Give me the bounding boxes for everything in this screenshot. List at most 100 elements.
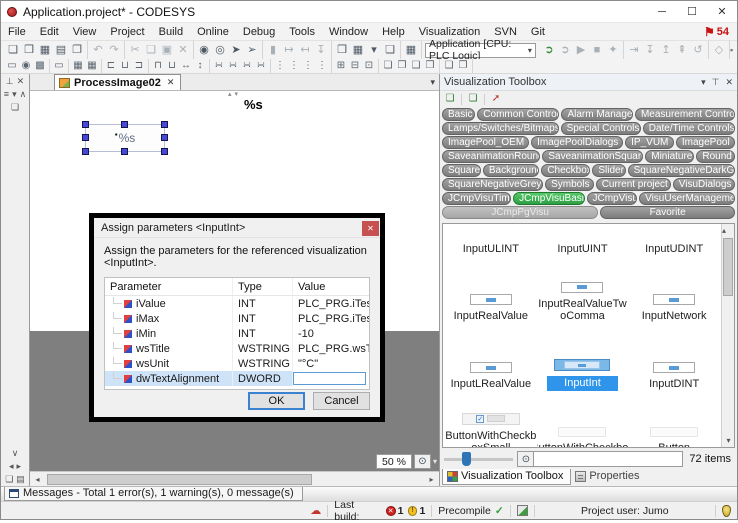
table-row[interactable]: wsTitle WSTRING PLC_PRG.wsTestTitel bbox=[105, 341, 369, 356]
zoom-glass-icon[interactable]: ⊙ bbox=[414, 454, 431, 469]
tab-basic[interactable]: Basic bbox=[442, 108, 475, 121]
group-icon[interactable]: ⊟ bbox=[348, 58, 362, 74]
toolbox-item[interactable]: InputUINT bbox=[537, 224, 629, 258]
maximize-button[interactable]: ☐ bbox=[677, 1, 707, 22]
resize-handle-e[interactable] bbox=[161, 134, 168, 141]
save-visu-icon[interactable]: ▦ bbox=[71, 58, 85, 74]
tab-close-icon[interactable]: ✕ bbox=[167, 77, 175, 88]
toolbar-overflow-icon[interactable]: ▪ bbox=[730, 45, 737, 55]
align-left-icon[interactable]: ⊏ bbox=[104, 58, 118, 74]
tab-common-controls[interactable]: Common Controls bbox=[477, 108, 559, 121]
tab-visudialogs[interactable]: VisuDialogs bbox=[673, 178, 735, 191]
strip-down-icon[interactable]: ∨ bbox=[12, 448, 19, 459]
project-settings-icon[interactable]: ❒ bbox=[334, 42, 350, 58]
table-row[interactable]: iValue INT PLC_PRG.iTestValue bbox=[105, 296, 369, 311]
order-front-icon[interactable]: ❏ bbox=[381, 58, 395, 74]
scroll-right-icon[interactable]: ▸ bbox=[424, 475, 439, 484]
build-icon[interactable]: ▦ bbox=[350, 42, 366, 58]
copy-icon[interactable]: ❑ bbox=[143, 42, 159, 58]
save-visu-all-icon[interactable]: ▦ bbox=[85, 58, 99, 74]
find-next-icon[interactable]: ➤ bbox=[228, 42, 244, 58]
space-v2-icon[interactable]: ⋮ bbox=[287, 58, 301, 74]
resize-handle-se[interactable] bbox=[161, 148, 168, 155]
toolbox-scroll-thumb[interactable] bbox=[723, 238, 733, 296]
tab-processimage02[interactable]: ProcessImage02 ✕ bbox=[54, 74, 181, 90]
value-edit-field[interactable] bbox=[293, 372, 366, 385]
toolbox-item-selected[interactable]: InputInt bbox=[537, 325, 629, 393]
tab-squarenegativegrey[interactable]: SquareNegativeGrey bbox=[442, 178, 543, 191]
visu-colors-icon[interactable]: ▩ bbox=[33, 58, 47, 74]
cut-icon[interactable]: ✂ bbox=[127, 42, 143, 58]
login-icon[interactable]: ➲ bbox=[541, 42, 557, 58]
tab-slider[interactable]: Slider bbox=[592, 164, 625, 177]
strip-page-icon[interactable]: ❏ bbox=[5, 474, 13, 485]
ungroup-icon[interactable]: ⊡ bbox=[362, 58, 376, 74]
splitter-arrows-icon[interactable]: ▴▾ bbox=[228, 91, 241, 98]
tab-miniature[interactable]: Miniature bbox=[645, 150, 694, 163]
stop-icon[interactable]: ■ bbox=[589, 42, 605, 58]
align-middle-icon[interactable]: ⊔ bbox=[165, 58, 179, 74]
order-back-icon[interactable]: ❐ bbox=[395, 58, 409, 74]
resize-handle-ne[interactable] bbox=[161, 121, 168, 128]
visu-select-icon[interactable]: ▭ bbox=[5, 58, 19, 74]
tab-square[interactable]: Square bbox=[442, 164, 481, 177]
toolbox-item[interactable]: InputRealValueTwoComma bbox=[537, 258, 629, 325]
tab-list-caret-icon[interactable]: ▾ bbox=[430, 77, 435, 88]
minimize-button[interactable]: ─ bbox=[647, 1, 677, 22]
resize-handle-w[interactable] bbox=[82, 134, 89, 141]
tab-saveanimationround[interactable]: SaveanimationRound bbox=[442, 150, 540, 163]
paste-icon[interactable]: ▣ bbox=[159, 42, 175, 58]
order-backward-icon[interactable]: ❒ bbox=[423, 58, 437, 74]
copy-project-icon[interactable]: ❐ bbox=[69, 42, 85, 58]
align-center-icon[interactable]: ⊔ bbox=[118, 58, 132, 74]
space-h2-icon[interactable]: ∺ bbox=[226, 58, 240, 74]
menu-online[interactable]: Online bbox=[190, 23, 236, 40]
table-row[interactable]: iMin INT -10 bbox=[105, 326, 369, 341]
strip-caret-icon[interactable]: ▾ bbox=[12, 89, 17, 100]
strip-doc-icon[interactable]: ❏ bbox=[11, 102, 19, 113]
delete-icon[interactable]: ✕ bbox=[175, 42, 191, 58]
resize-handle-sw[interactable] bbox=[82, 148, 89, 155]
toolbox-item[interactable]: InputUDINT bbox=[628, 224, 720, 258]
tab-datetime-controls[interactable]: Date/Time Controls bbox=[643, 122, 735, 135]
horizontal-scrollbar[interactable]: ◂ ▸ bbox=[30, 471, 439, 486]
tab-special-controls[interactable]: Special Controls bbox=[561, 122, 641, 135]
toolbox-doc1-icon[interactable]: ❏ bbox=[443, 91, 457, 107]
tab-imagepool-oem[interactable]: ImagePool_OEM bbox=[442, 136, 529, 149]
toolbox-search-input[interactable] bbox=[534, 451, 683, 467]
open-icon[interactable]: ❒ bbox=[21, 42, 37, 58]
replace-next-icon[interactable]: ➢ bbox=[244, 42, 260, 58]
menu-file[interactable]: File bbox=[1, 23, 33, 40]
step-into-icon[interactable]: ↧ bbox=[642, 42, 658, 58]
replace-icon[interactable]: ◎ bbox=[212, 42, 228, 58]
bottom-tab-visualization-toolbox[interactable]: Visualization Toolbox bbox=[442, 469, 571, 485]
toolbox-item[interactable]: ButtonWithCheckbox bbox=[537, 393, 629, 448]
tab-lamps-switches-bitmaps[interactable]: Lamps/Switches/Bitmaps bbox=[442, 122, 559, 135]
tab-squarenegativedarkgrey[interactable]: SquareNegativeDarkGrey bbox=[628, 164, 735, 177]
flow-control-icon[interactable]: ◇ bbox=[711, 42, 727, 58]
toolbox-item[interactable]: ✓ ButtonWithCheckboxSmall bbox=[445, 393, 537, 448]
space-h3-icon[interactable]: ∺ bbox=[240, 58, 254, 74]
select-all-icon[interactable]: ❏ bbox=[442, 58, 456, 74]
space-h4-icon[interactable]: ∺ bbox=[254, 58, 268, 74]
redo-icon[interactable]: ↷ bbox=[106, 42, 122, 58]
slider-thumb[interactable] bbox=[462, 452, 471, 466]
bookmark-icon[interactable]: ▮ bbox=[265, 42, 281, 58]
tab-jcmpvisu[interactable]: JCmpVisu bbox=[587, 192, 638, 205]
bookmark-next-icon[interactable]: ↦ bbox=[281, 42, 297, 58]
menu-git[interactable]: Git bbox=[524, 23, 552, 40]
toolbox-item[interactable]: InputNetwork bbox=[628, 258, 720, 325]
scroll-left-icon[interactable]: ◂ bbox=[30, 475, 45, 484]
bottom-tab-properties[interactable]: Properties bbox=[571, 469, 646, 484]
panel-menu-caret-icon[interactable]: ▾ bbox=[701, 77, 706, 88]
menu-debug[interactable]: Debug bbox=[236, 23, 282, 40]
active-application-combo[interactable]: Application [CPU: PLC Logic] ▾ bbox=[425, 43, 536, 58]
strip-right-icon[interactable]: ▸ bbox=[17, 461, 22, 472]
table-row[interactable]: iMax INT PLC_PRG.iTestMax bbox=[105, 311, 369, 326]
resize-handle-nw[interactable] bbox=[82, 121, 89, 128]
visu-zoom-icon[interactable]: ◉ bbox=[19, 58, 33, 74]
tab-current-project[interactable]: Current project bbox=[596, 178, 671, 191]
toolbox-item[interactable]: InputRealValue bbox=[445, 258, 537, 325]
tab-imagepooldialogs[interactable]: ImagePoolDialogs bbox=[531, 136, 623, 149]
toolbox-item[interactable]: InputDINT bbox=[628, 325, 720, 393]
